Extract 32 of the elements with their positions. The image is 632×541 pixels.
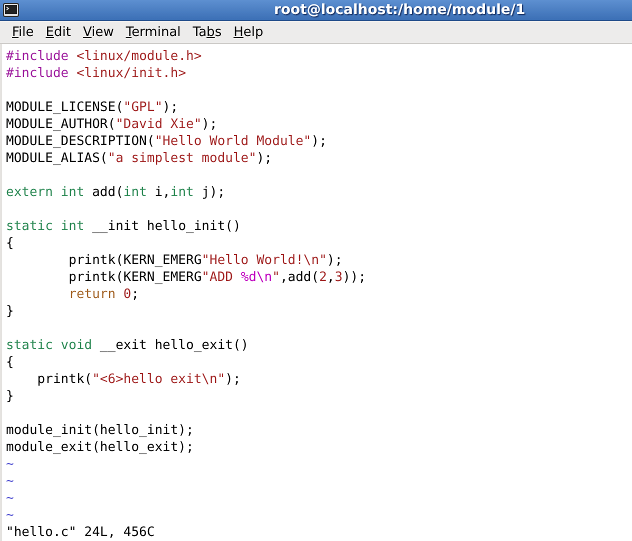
- code-line: printk("<6>hello exit\n");: [36, 371, 241, 388]
- code-line: #include <linux/init.h>: [6, 65, 186, 82]
- code-line: {: [6, 235, 14, 252]
- empty-line-marker: ~: [6, 490, 14, 507]
- empty-line-marker: ~: [6, 456, 14, 473]
- window-title: root@localhost:/home/module/1: [274, 2, 526, 18]
- code-line: }: [6, 388, 14, 405]
- code-line: MODULE_DESCRIPTION("Hello World Module");: [6, 133, 327, 150]
- code-line: extern int add(int i,int j);: [6, 184, 226, 201]
- code-line: #include <linux/module.h>: [6, 48, 202, 65]
- menu-item[interactable]: Edit: [40, 24, 77, 40]
- menu-item[interactable]: File: [6, 24, 40, 40]
- code-line: module_init(hello_init);: [6, 422, 194, 439]
- code-line: MODULE_LICENSE("GPL");: [6, 99, 178, 116]
- code-line: module_exit(hello_exit);: [6, 439, 194, 456]
- empty-line-marker: ~: [6, 507, 14, 524]
- empty-line-marker: ~: [6, 473, 14, 490]
- status-line: "hello.c" 24L, 456C: [6, 524, 155, 541]
- code-line: MODULE_AUTHOR("David Xie");: [6, 116, 218, 133]
- code-line: printk(KERN_EMERG"ADD %d\n",add(2,3));: [68, 269, 366, 286]
- terminal-icon: [3, 3, 19, 17]
- menu-item[interactable]: Help: [228, 24, 270, 40]
- code-line: return 0;: [68, 286, 140, 303]
- code-line: }: [6, 303, 14, 320]
- code-line: printk(KERN_EMERG"Hello World!\n");: [68, 252, 343, 269]
- menu-item[interactable]: View: [76, 24, 120, 40]
- code-line: static void __exit hello_exit(): [6, 337, 249, 354]
- menu-item[interactable]: Terminal: [120, 24, 187, 40]
- code-line: {: [6, 354, 14, 371]
- code-line: MODULE_ALIAS("a simplest module");: [6, 150, 272, 167]
- code-line: static int __init hello_init(): [6, 218, 241, 235]
- menu-item[interactable]: Tabs: [186, 24, 228, 40]
